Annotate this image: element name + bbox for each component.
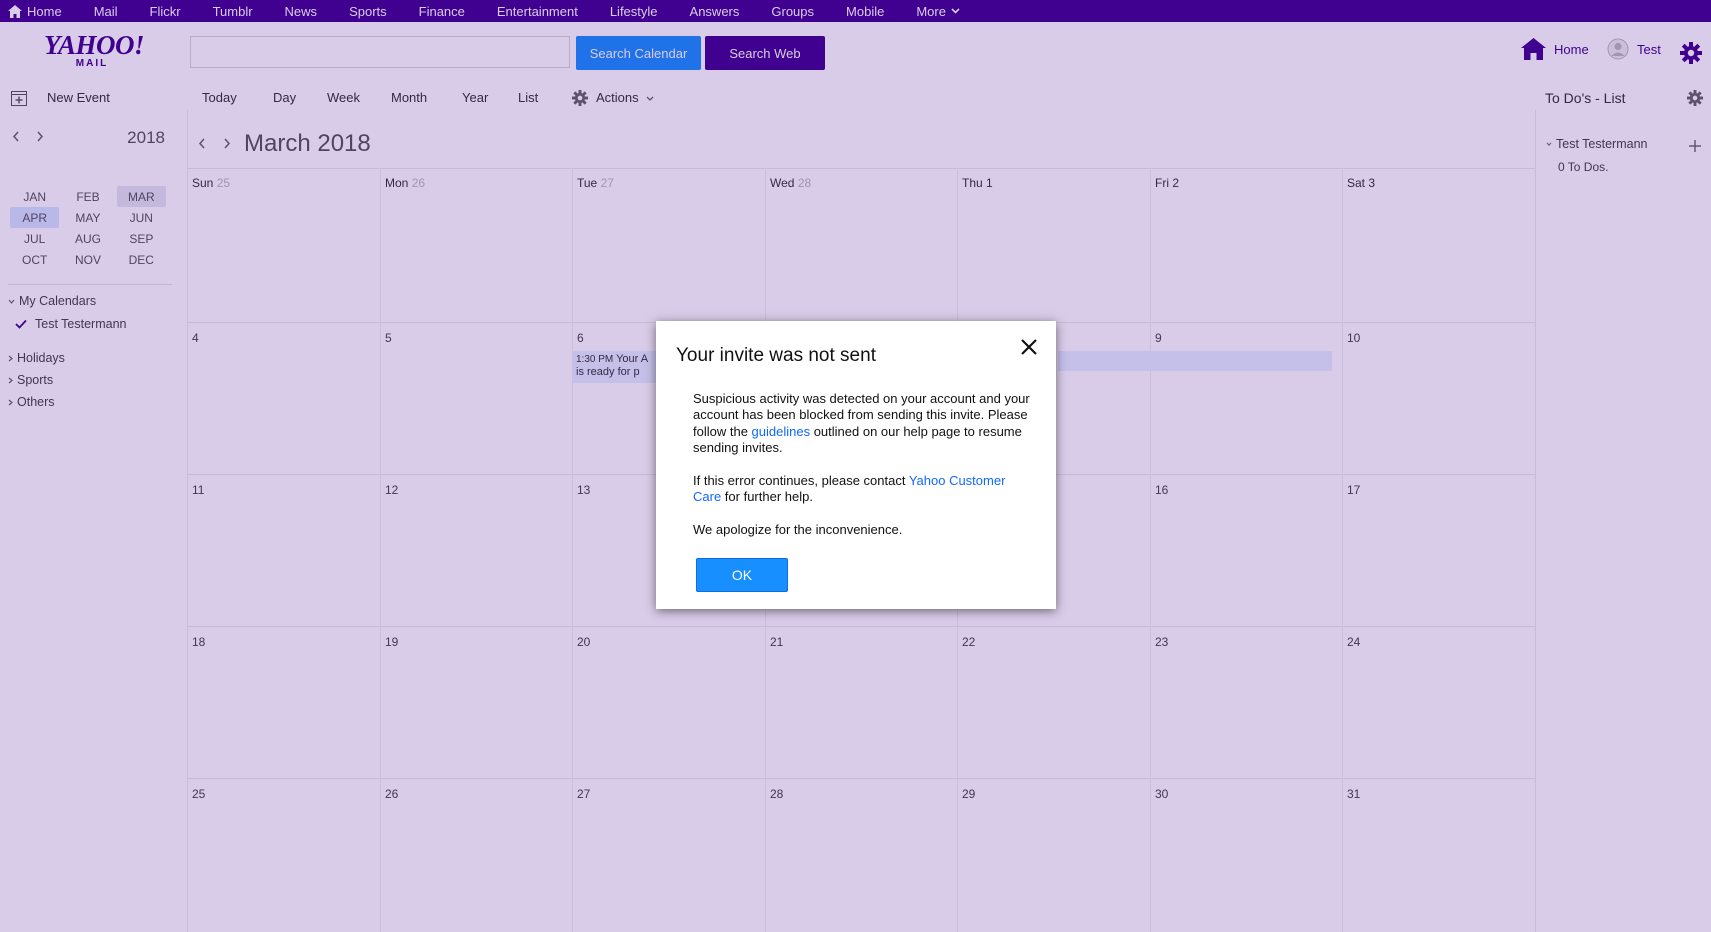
dialog-paragraph: Suspicious activity was detected on your… (693, 391, 1033, 457)
ok-button[interactable]: OK (696, 558, 788, 592)
error-dialog: Your invite was not sent Suspicious acti… (656, 321, 1056, 609)
dialog-text: for further help. (721, 489, 813, 505)
close-icon[interactable] (1019, 337, 1039, 357)
dialog-body: Suspicious activity was detected on your… (693, 391, 1033, 555)
guidelines-link[interactable]: guidelines (752, 424, 811, 439)
dialog-paragraph: We apologize for the inconvenience. (693, 522, 903, 538)
dialog-text: If this error continues, please contact (693, 473, 909, 489)
dialog-title: Your invite was not sent (676, 345, 876, 366)
dialog-paragraph: If this error continues, please contact … (693, 473, 1033, 506)
